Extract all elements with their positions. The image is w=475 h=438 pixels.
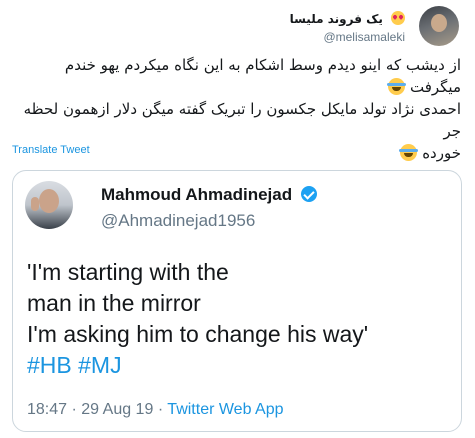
quoted-time[interactable]: 18:47 <box>27 401 67 418</box>
quoted-author-handle[interactable]: @Ahmadinejad1956 <box>101 211 255 231</box>
tweet-text-line-2: احمدی نژاد تولد مایکل جکسون را تبریک گفت… <box>23 100 461 140</box>
quoted-line-3: I'm asking him to change his way' <box>27 321 369 347</box>
heart-eyes-emoji-icon <box>391 11 405 25</box>
tweet-header: یک فروند ملیسا @melisamaleki <box>14 6 463 46</box>
avatar-face <box>39 189 59 213</box>
author-display-name[interactable]: یک فروند ملیسا <box>290 12 383 26</box>
meta-separator-2: · <box>157 401 164 418</box>
quoted-tweet-card[interactable]: Mahmoud Ahmadinejad @Ahmadinejad1956 'I'… <box>12 170 462 432</box>
tweet: یک فروند ملیسا @melisamaleki از دیشب که … <box>0 0 475 438</box>
verified-icon <box>300 186 317 202</box>
translate-tweet-link[interactable]: Translate Tweet <box>12 144 90 156</box>
quoted-tweet-text: 'I'm starting with the man in the mirror… <box>27 257 368 381</box>
author-name-row[interactable]: یک فروند ملیسا <box>290 8 405 27</box>
quoted-hashtags[interactable]: #HB #MJ <box>27 350 368 381</box>
tweet-text-line-1: از دیشب که اینو دیدم وسط اشکام به این نگ… <box>14 54 461 98</box>
quoted-author-name-row[interactable]: Mahmoud Ahmadinejad <box>101 185 317 205</box>
quoted-author-avatar[interactable] <box>25 181 73 229</box>
tweet-text-line-3-content: خورده <box>422 144 461 162</box>
author-block[interactable]: یک فروند ملیسا @melisamaleki <box>290 8 405 44</box>
quoted-tweet-meta: 18:47 · 29 Aug 19 · Twitter Web App <box>27 401 284 419</box>
quoted-author-name[interactable]: Mahmoud Ahmadinejad <box>101 185 292 204</box>
quoted-source[interactable]: Twitter Web App <box>167 401 283 418</box>
meta-separator: · <box>71 401 77 418</box>
quoted-line-1: 'I'm starting with the <box>27 259 229 285</box>
sweat-smile-emoji-icon <box>387 78 407 95</box>
tears-of-joy-emoji-icon <box>399 144 419 161</box>
quoted-date[interactable]: 29 Aug 19 <box>81 401 153 418</box>
author-handle[interactable]: @melisamaleki <box>290 30 405 44</box>
author-avatar[interactable] <box>419 6 459 46</box>
quoted-line-2: man in the mirror <box>27 290 201 316</box>
avatar-hand <box>31 197 39 211</box>
